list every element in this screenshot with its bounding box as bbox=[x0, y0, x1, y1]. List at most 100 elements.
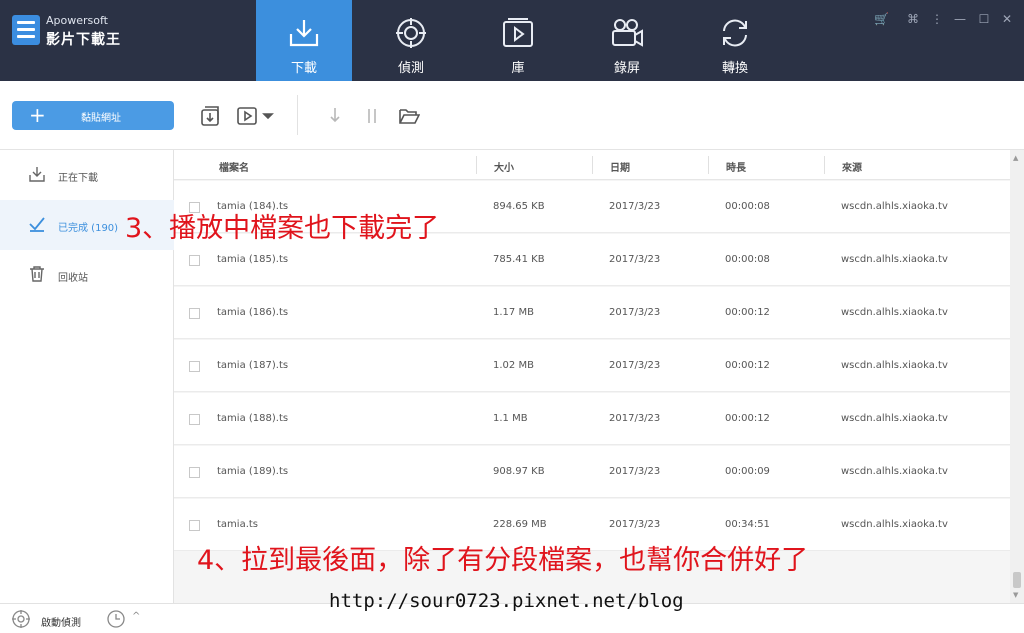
cell-source: wscdn.alhls.xiaoka.tv bbox=[841, 519, 948, 530]
video-camera-icon bbox=[612, 19, 643, 47]
annotation-note-3: 3、播放中檔案也下載完了 bbox=[125, 213, 440, 244]
cell-duration: 00:00:08 bbox=[725, 201, 770, 212]
clock-icon[interactable] bbox=[106, 609, 126, 629]
tab-library[interactable]: 庫 bbox=[470, 0, 566, 81]
sidebar-item-trash[interactable]: 回收站 bbox=[0, 250, 174, 300]
cell-source: wscdn.alhls.xiaoka.tv bbox=[841, 360, 948, 371]
cell-size: 908.97 KB bbox=[493, 466, 545, 477]
tab-convert[interactable]: 轉換 bbox=[687, 0, 783, 81]
brand-name: Apowersoft bbox=[46, 14, 108, 27]
chevron-up-icon[interactable]: ^ bbox=[132, 611, 140, 622]
cell-filename: tamia (188).ts bbox=[217, 413, 289, 424]
cell-size: 1.02 MB bbox=[493, 360, 534, 371]
app-logo-icon bbox=[12, 15, 40, 45]
table-row[interactable]: tamia (186).ts 1.17 MB 2017/3/23 00:00:1… bbox=[174, 287, 1010, 339]
convert-arrows-icon bbox=[723, 19, 747, 47]
column-header-date[interactable]: 日期 bbox=[610, 159, 630, 174]
table-row[interactable]: tamia (187).ts 1.02 MB 2017/3/23 00:00:1… bbox=[174, 340, 1010, 392]
cell-date: 2017/3/23 bbox=[609, 466, 661, 477]
paste-url-label: 黏貼網址 bbox=[81, 113, 121, 124]
download-icon bbox=[29, 167, 45, 182]
column-header-size[interactable]: 大小 bbox=[494, 159, 514, 174]
app-title: 影片下載王 bbox=[46, 32, 121, 48]
sniff-label[interactable]: 啟動偵測 bbox=[41, 614, 81, 629]
cell-duration: 00:00:12 bbox=[725, 413, 770, 424]
column-divider bbox=[476, 156, 477, 174]
cell-filename: tamia.ts bbox=[217, 519, 259, 530]
tab-download[interactable]: 下載 bbox=[256, 0, 352, 81]
cell-filename: tamia (186).ts bbox=[217, 307, 289, 318]
header-bar: Apowersoft 影片下載王 下載 偵測 庫 錄屏 轉換 🛒 ⌘ ⋮ — ☐… bbox=[0, 0, 1024, 81]
cell-size: 1.17 MB bbox=[493, 307, 534, 318]
row-checkbox[interactable] bbox=[189, 414, 200, 425]
cart-icon[interactable]: 🛒 bbox=[874, 12, 889, 26]
toolbar: + 黏貼網址 bbox=[0, 81, 1024, 150]
apps-grid-icon[interactable]: ⌘ bbox=[906, 12, 920, 26]
cell-source: wscdn.alhls.xiaoka.tv bbox=[841, 201, 948, 212]
tab-record[interactable]: 錄屏 bbox=[579, 0, 675, 81]
tab-convert-label: 轉換 bbox=[721, 61, 748, 76]
scroll-down-icon[interactable]: ▼ bbox=[1013, 591, 1021, 599]
cell-filename: tamia (185).ts bbox=[217, 254, 289, 265]
column-header-source[interactable]: 來源 bbox=[842, 159, 862, 174]
cell-source: wscdn.alhls.xiaoka.tv bbox=[841, 413, 948, 424]
sniff-target-icon[interactable] bbox=[11, 609, 31, 629]
more-menu-icon[interactable]: ⋮ bbox=[930, 12, 944, 26]
cell-date: 2017/3/23 bbox=[609, 307, 661, 318]
sidebar-item-downloading[interactable]: 正在下載 bbox=[0, 150, 174, 200]
cell-filename: tamia (189).ts bbox=[217, 466, 289, 477]
cell-duration: 00:00:09 bbox=[725, 466, 770, 477]
maximize-icon[interactable]: ☐ bbox=[977, 12, 991, 26]
app-window: Apowersoft 影片下載王 下載 偵測 庫 錄屏 轉換 🛒 ⌘ ⋮ — ☐… bbox=[0, 0, 1024, 633]
crosshair-target-icon bbox=[396, 18, 426, 48]
cell-duration: 00:00:12 bbox=[725, 307, 770, 318]
column-header-filename[interactable]: 檔案名 bbox=[219, 159, 249, 174]
annotation-note-4: 4、拉到最後面，除了有分段檔案，也幫你合併好了 bbox=[197, 545, 809, 576]
table-row[interactable]: tamia (189).ts 908.97 KB 2017/3/23 00:00… bbox=[174, 446, 1010, 498]
cell-source: wscdn.alhls.xiaoka.tv bbox=[841, 307, 948, 318]
download-arrow-icon[interactable] bbox=[324, 105, 346, 127]
cell-duration: 00:00:08 bbox=[725, 254, 770, 265]
table-scrollbar[interactable]: ▲ ▼ bbox=[1010, 150, 1024, 603]
table-row[interactable]: tamia (188).ts 1.1 MB 2017/3/23 00:00:12… bbox=[174, 393, 1010, 445]
sidebar-item-label: 回收站 bbox=[58, 273, 88, 284]
tab-detect[interactable]: 偵測 bbox=[363, 0, 459, 81]
batch-download-icon[interactable] bbox=[199, 105, 221, 127]
cell-size: 228.69 MB bbox=[493, 519, 547, 530]
tab-library-label: 庫 bbox=[511, 61, 525, 76]
scroll-up-icon[interactable]: ▲ bbox=[1013, 154, 1021, 162]
cell-filename: tamia (187).ts bbox=[217, 360, 289, 371]
cell-source: wscdn.alhls.xiaoka.tv bbox=[841, 466, 948, 477]
minimize-icon[interactable]: — bbox=[953, 12, 967, 26]
column-header-duration[interactable]: 時長 bbox=[726, 159, 746, 174]
video-menu-icon[interactable] bbox=[236, 105, 274, 127]
watermark-url: http://sour0723.pixnet.net/blog bbox=[329, 590, 684, 612]
cell-size: 894.65 KB bbox=[493, 201, 545, 212]
sidebar-item-label: 已完成 (190) bbox=[58, 223, 119, 234]
row-checkbox[interactable] bbox=[189, 520, 200, 531]
cell-size: 1.1 MB bbox=[493, 413, 528, 424]
table-header: 檔案名 大小 日期 時長 來源 bbox=[174, 150, 1010, 180]
media-library-icon bbox=[503, 18, 533, 47]
pause-icon[interactable] bbox=[361, 105, 383, 127]
cell-duration: 00:34:51 bbox=[725, 519, 770, 530]
cell-size: 785.41 KB bbox=[493, 254, 545, 265]
row-checkbox[interactable] bbox=[189, 255, 200, 266]
toolbar-separator bbox=[297, 95, 298, 135]
close-icon[interactable]: ✕ bbox=[1000, 12, 1014, 26]
tab-detect-label: 偵測 bbox=[397, 61, 424, 76]
row-checkbox[interactable] bbox=[189, 361, 200, 372]
cell-date: 2017/3/23 bbox=[609, 360, 661, 371]
paste-url-button[interactable]: + 黏貼網址 bbox=[12, 101, 174, 130]
row-checkbox[interactable] bbox=[189, 467, 200, 478]
scroll-thumb[interactable] bbox=[1013, 572, 1021, 588]
cell-date: 2017/3/23 bbox=[609, 201, 661, 212]
checkmark-icon bbox=[29, 217, 45, 232]
sidebar-item-label: 正在下載 bbox=[58, 173, 98, 184]
open-folder-icon[interactable] bbox=[398, 105, 420, 127]
row-checkbox[interactable] bbox=[189, 308, 200, 319]
cell-source: wscdn.alhls.xiaoka.tv bbox=[841, 254, 948, 265]
cell-date: 2017/3/23 bbox=[609, 254, 661, 265]
column-divider bbox=[824, 156, 825, 174]
download-tray-icon bbox=[289, 20, 319, 47]
